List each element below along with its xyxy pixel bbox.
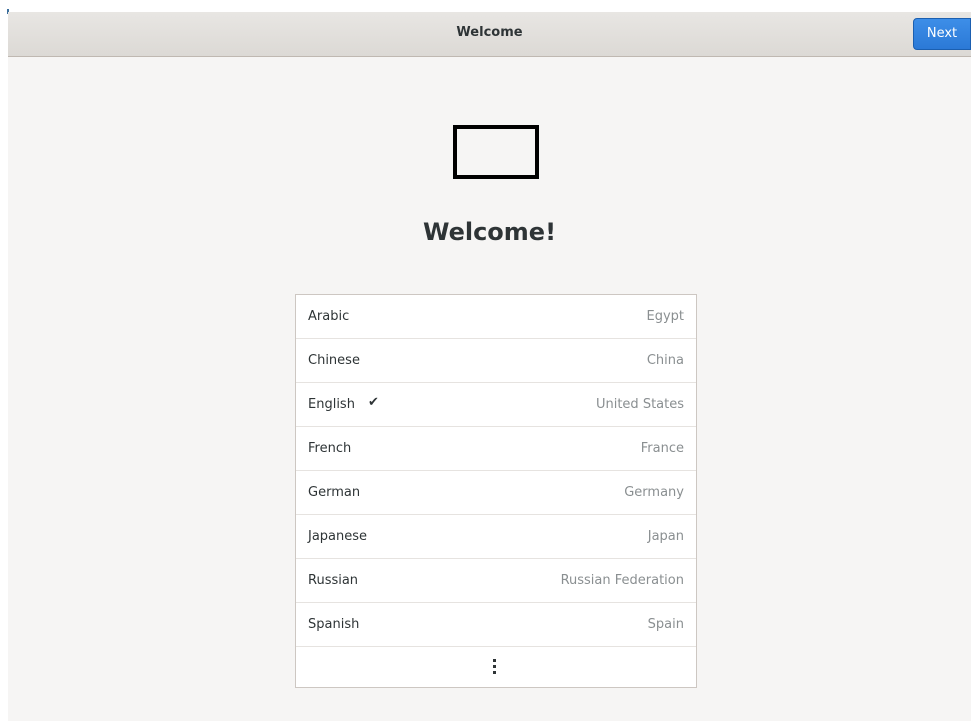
language-name: Spanish <box>308 617 360 632</box>
language-row[interactable]: Russian Russian Federation <box>296 559 696 603</box>
language-row[interactable]: Spanish Spain <box>296 603 696 647</box>
window-title: Welcome <box>456 25 523 40</box>
language-row[interactable]: Chinese China <box>296 339 696 383</box>
language-region: United States <box>595 397 684 412</box>
language-row[interactable]: Japanese Japan <box>296 515 696 559</box>
language-name: English <box>308 397 355 412</box>
language-region: France <box>640 441 684 456</box>
language-row-selected[interactable]: English ✔ United States <box>296 383 696 427</box>
language-name: Russian <box>308 573 359 588</box>
language-row[interactable]: French France <box>296 427 696 471</box>
next-button[interactable]: Next <box>913 18 971 50</box>
header-bar: Welcome Next <box>8 12 971 57</box>
language-name: Arabic <box>308 309 350 324</box>
language-name: French <box>308 441 352 456</box>
language-list: Arabic Egypt Chinese China English ✔ Uni… <box>295 294 697 688</box>
vertical-ellipsis-icon <box>493 659 497 675</box>
language-region: China <box>646 353 684 368</box>
language-region: Japan <box>647 529 684 544</box>
welcome-window: Welcome Next Welcome! Arabic Egypt Chine… <box>8 12 971 721</box>
language-name: Japanese <box>308 529 368 544</box>
language-name: Chinese <box>308 353 360 368</box>
language-region: Germany <box>624 485 684 500</box>
more-languages-button[interactable] <box>296 647 696 687</box>
checkmark-icon: ✔ <box>368 395 379 410</box>
page-title: Welcome! <box>422 218 557 246</box>
window-outline-icon <box>453 125 539 179</box>
language-row[interactable]: Arabic Egypt <box>296 295 696 339</box>
language-region: Russian Federation <box>560 573 684 588</box>
language-region: Spain <box>647 617 684 632</box>
language-region: Egypt <box>646 309 684 324</box>
language-name: German <box>308 485 361 500</box>
language-row[interactable]: German Germany <box>296 471 696 515</box>
